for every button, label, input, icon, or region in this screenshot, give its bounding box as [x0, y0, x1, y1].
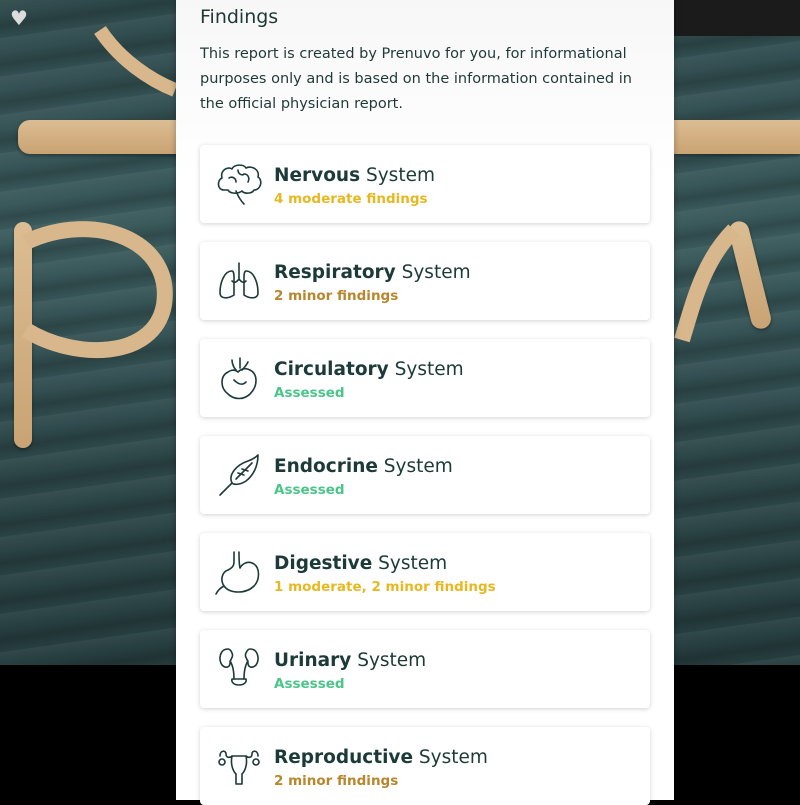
lungs-icon: [219, 262, 259, 299]
logo-curve-top: [94, 25, 178, 97]
system-status: 2 minor findings: [274, 773, 399, 789]
system-card-digestive[interactable]: Digestive System 1 moderate, 2 minor fin…: [200, 533, 650, 611]
system-name: Urinary System: [274, 650, 427, 671]
system-name: Nervous System: [274, 165, 435, 186]
system-status: Assessed: [274, 385, 345, 401]
endocrine-icon: [219, 454, 259, 496]
logo-letter-v: [674, 224, 740, 343]
kidneys-icon: [219, 648, 259, 686]
system-name: Respiratory System: [274, 262, 471, 283]
system-card-respiratory[interactable]: Respiratory System 2 minor findings: [200, 242, 650, 320]
system-status: 4 moderate findings: [274, 191, 428, 207]
system-status: Assessed: [274, 482, 345, 498]
system-status: 2 minor findings: [274, 288, 399, 304]
system-name: Endocrine System: [274, 456, 453, 477]
system-name: Reproductive System: [274, 747, 488, 768]
stomach-icon: [215, 551, 260, 595]
favorite-heart-icon[interactable]: ♥: [10, 6, 28, 30]
findings-panel: Findings This report is created by Prenu…: [176, 0, 674, 805]
system-card-circulatory[interactable]: Circulatory System Assessed: [200, 339, 650, 417]
system-name: Circulatory System: [274, 359, 464, 380]
panel-title: Findings: [200, 6, 279, 28]
logo-bar-top-right: [674, 120, 800, 154]
system-status: Assessed: [274, 676, 345, 692]
system-card-urinary[interactable]: Urinary System Assessed: [200, 630, 650, 708]
logo-bar-top: [18, 120, 188, 154]
system-status: 1 moderate, 2 minor findings: [274, 579, 496, 595]
system-card-reproductive[interactable]: Reproductive System 2 minor findings: [200, 727, 650, 805]
system-name: Digestive System: [274, 553, 448, 574]
brain-icon: [217, 164, 262, 205]
uterus-icon: [218, 750, 260, 785]
panel-description: This report is created by Prenuvo for yo…: [200, 46, 632, 112]
logo-letter-p-bowl: [21, 221, 173, 359]
system-card-nervous[interactable]: Nervous System 4 moderate findings: [200, 145, 650, 223]
system-card-endocrine[interactable]: Endocrine System Assessed: [200, 436, 650, 514]
heart-icon: [221, 357, 257, 400]
